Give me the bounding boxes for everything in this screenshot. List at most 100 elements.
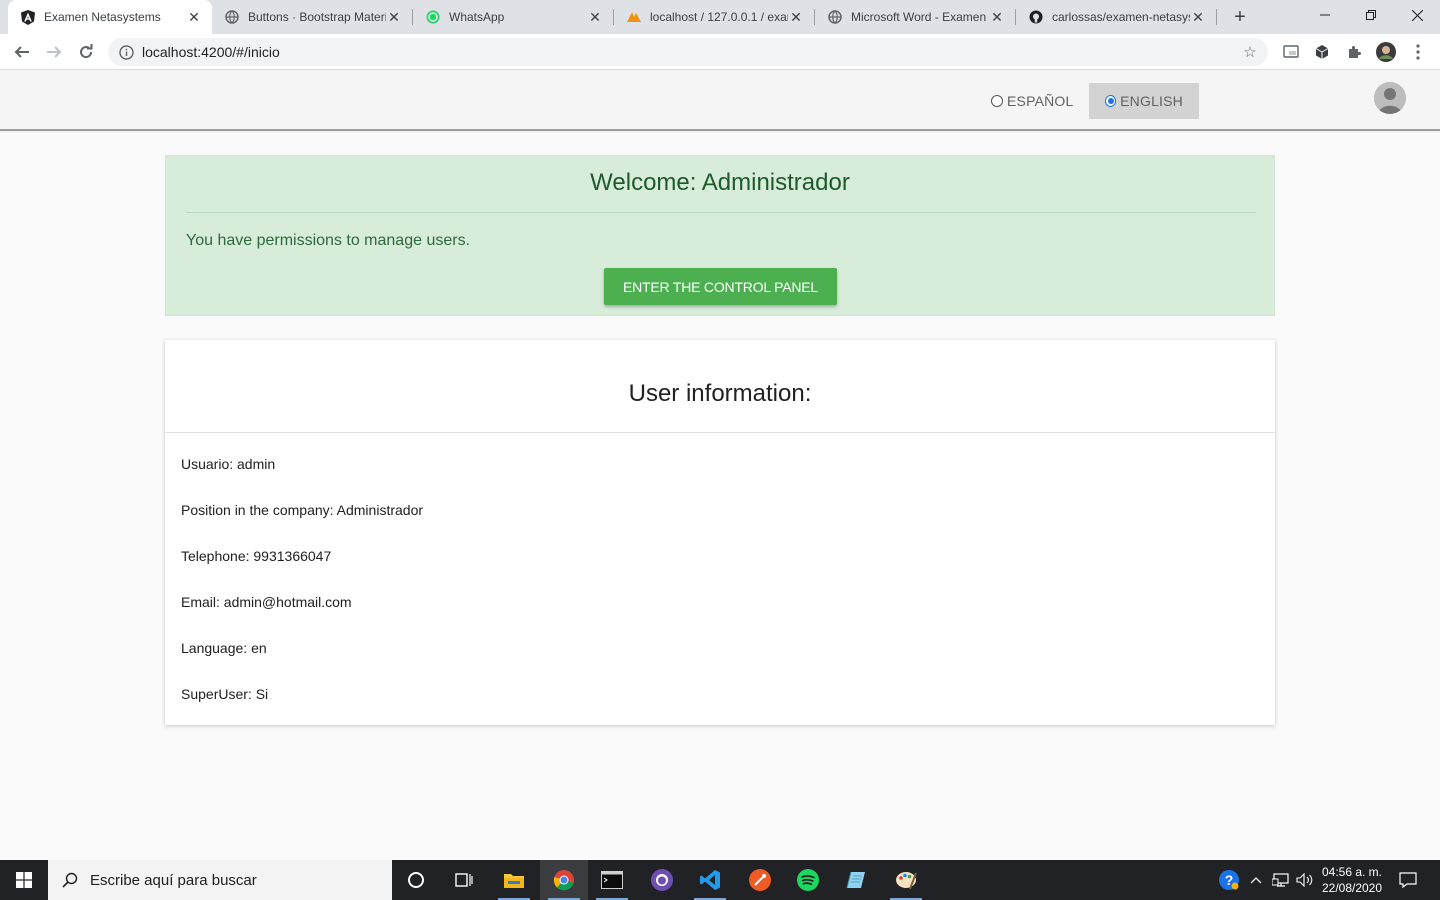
tab-title: WhatsApp — [449, 10, 505, 24]
minimize-button[interactable] — [1302, 0, 1348, 30]
tab-microsoft-word[interactable]: Microsoft Word - Examen ✕ — [815, 0, 1015, 34]
reload-icon — [80, 44, 93, 59]
back-button[interactable] — [8, 38, 36, 66]
radio-checked-icon[interactable] — [1105, 95, 1117, 107]
vscode-taskbar-button[interactable] — [686, 860, 734, 900]
task-view-button[interactable] — [440, 860, 488, 900]
site-info-icon[interactable] — [118, 44, 134, 60]
permissions-message: You have permissions to manage users. — [186, 232, 471, 249]
welcome-alert: Welcome: Administrador You have permissi… — [165, 155, 1275, 316]
paint-taskbar-button[interactable] — [882, 860, 930, 900]
card-header: User information: — [165, 340, 1275, 433]
close-tab-icon[interactable]: ✕ — [989, 9, 1005, 25]
postman-taskbar-button[interactable] — [736, 860, 784, 900]
task-view-icon — [455, 873, 473, 887]
taskbar-clock[interactable]: 04:56 a. m. 22/08/2020 — [1316, 864, 1388, 896]
clock-date: 22/08/2020 — [1321, 881, 1383, 895]
paint-palette-icon — [896, 872, 917, 890]
info-row-superuser: SuperUser: Si — [181, 686, 269, 702]
file-explorer-taskbar-button[interactable] — [490, 860, 538, 900]
github-desktop-taskbar-button[interactable] — [638, 860, 686, 900]
cortana-circle-icon — [408, 872, 424, 888]
chrome-taskbar-button[interactable] — [540, 860, 588, 900]
start-button[interactable] — [0, 860, 48, 900]
search-placeholder: Escribe aquí para buscar — [90, 871, 257, 889]
cortana-button[interactable] — [392, 860, 440, 900]
windows-logo-icon — [16, 872, 32, 888]
postman-icon — [749, 869, 771, 891]
tab-phpmyadmin[interactable]: localhost / 127.0.0.1 / examen ✕ — [614, 0, 814, 34]
info-row-telephone: Telephone: 9931366047 — [181, 548, 332, 564]
close-tab-icon[interactable]: ✕ — [386, 9, 402, 25]
radio-unchecked-icon[interactable] — [991, 95, 1003, 107]
notes-taskbar-button[interactable] — [832, 860, 880, 900]
notepad-icon — [846, 871, 865, 889]
forward-button[interactable] — [40, 38, 68, 66]
info-row-position: Position in the company: Administrador — [181, 502, 424, 518]
angular-icon — [20, 9, 36, 25]
browser-menu-icon[interactable] — [1408, 42, 1428, 62]
restore-button[interactable] — [1348, 0, 1394, 30]
tab-whatsapp[interactable]: WhatsApp ✕ — [413, 0, 613, 34]
forward-arrow-icon — [47, 46, 62, 58]
spotify-icon — [797, 869, 819, 891]
app-header: Español English — [0, 70, 1440, 131]
volume-icon[interactable] — [1294, 860, 1316, 900]
tab-title: carlossas/examen-netasystems — [1052, 10, 1190, 24]
terminal-taskbar-button[interactable] — [588, 860, 636, 900]
tab-github[interactable]: carlossas/examen-netasystems ✕ — [1016, 0, 1216, 34]
browser-toolbar: localhost:4200/#/inicio ☆ — [0, 34, 1440, 70]
close-window-button[interactable] — [1394, 0, 1440, 30]
close-tab-icon[interactable]: ✕ — [1190, 9, 1206, 25]
bookmark-star-icon[interactable]: ☆ — [1242, 44, 1258, 61]
info-row-email: Email: admin@hotmail.com — [181, 594, 352, 610]
taskbar-search-box[interactable]: Escribe aquí para buscar — [48, 860, 392, 900]
terminal-icon — [601, 871, 623, 889]
chrome-icon — [553, 870, 574, 891]
tab-title: Examen Netasystems — [44, 10, 161, 24]
user-avatar-button[interactable] — [1374, 82, 1406, 114]
language-label: English — [1120, 93, 1183, 109]
tab-separator — [1216, 9, 1217, 25]
show-hidden-icons-chevron-icon[interactable] — [1246, 860, 1266, 900]
search-icon — [62, 872, 78, 888]
welcome-title: Welcome: Administrador — [590, 169, 850, 196]
profile-avatar-icon[interactable] — [1376, 42, 1396, 62]
close-tab-icon[interactable]: ✕ — [788, 9, 804, 25]
info-row-language: Language: en — [181, 640, 267, 656]
user-silhouette-icon — [1374, 82, 1406, 114]
back-arrow-icon — [14, 46, 29, 58]
extensions-puzzle-icon[interactable] — [1344, 42, 1364, 62]
vscode-icon — [700, 870, 720, 890]
welcome-divider — [186, 212, 1256, 213]
enter-control-panel-button[interactable]: Enter the control panel — [604, 268, 837, 305]
close-tab-icon[interactable]: ✕ — [587, 9, 603, 25]
browser-tab-strip: Examen Netasystems ✕ Buttons · Bootstrap… — [0, 0, 1440, 34]
address-bar[interactable]: localhost:4200/#/inicio ☆ — [108, 38, 1268, 66]
phpmyadmin-icon — [626, 9, 642, 25]
extension-cube-icon[interactable] — [1312, 42, 1332, 62]
info-row-username: Usuario: admin — [181, 456, 276, 472]
language-option-english[interactable]: English — [1089, 83, 1199, 119]
language-option-espanol[interactable]: Español — [975, 83, 1090, 119]
url-text: localhost:4200/#/inicio — [142, 44, 280, 60]
tab-examen-netasystems[interactable]: Examen Netasystems ✕ — [8, 0, 212, 34]
tab-title: Microsoft Word - Examen — [851, 10, 987, 24]
notifications-icon[interactable] — [1394, 860, 1422, 900]
cast-icon[interactable] — [1281, 42, 1301, 62]
reload-button[interactable] — [72, 38, 100, 66]
tab-buttons-bootstrap[interactable]: Buttons · Bootstrap Material ✕ — [212, 0, 412, 34]
language-label: Español — [1007, 93, 1074, 109]
github-icon — [1028, 9, 1044, 25]
new-tab-button[interactable]: + — [1228, 5, 1252, 29]
github-desktop-icon — [651, 869, 673, 891]
globe-icon — [224, 9, 240, 25]
help-tray-icon[interactable]: ? — [1216, 860, 1242, 900]
globe-icon — [827, 9, 843, 25]
clock-time: 04:56 a. m. — [1321, 865, 1383, 879]
network-icon[interactable] — [1270, 860, 1292, 900]
whatsapp-icon — [425, 9, 441, 25]
spotify-taskbar-button[interactable] — [784, 860, 832, 900]
user-information-card: User information: Usuario: admin Positio… — [165, 340, 1275, 725]
close-tab-icon[interactable]: ✕ — [186, 9, 202, 25]
